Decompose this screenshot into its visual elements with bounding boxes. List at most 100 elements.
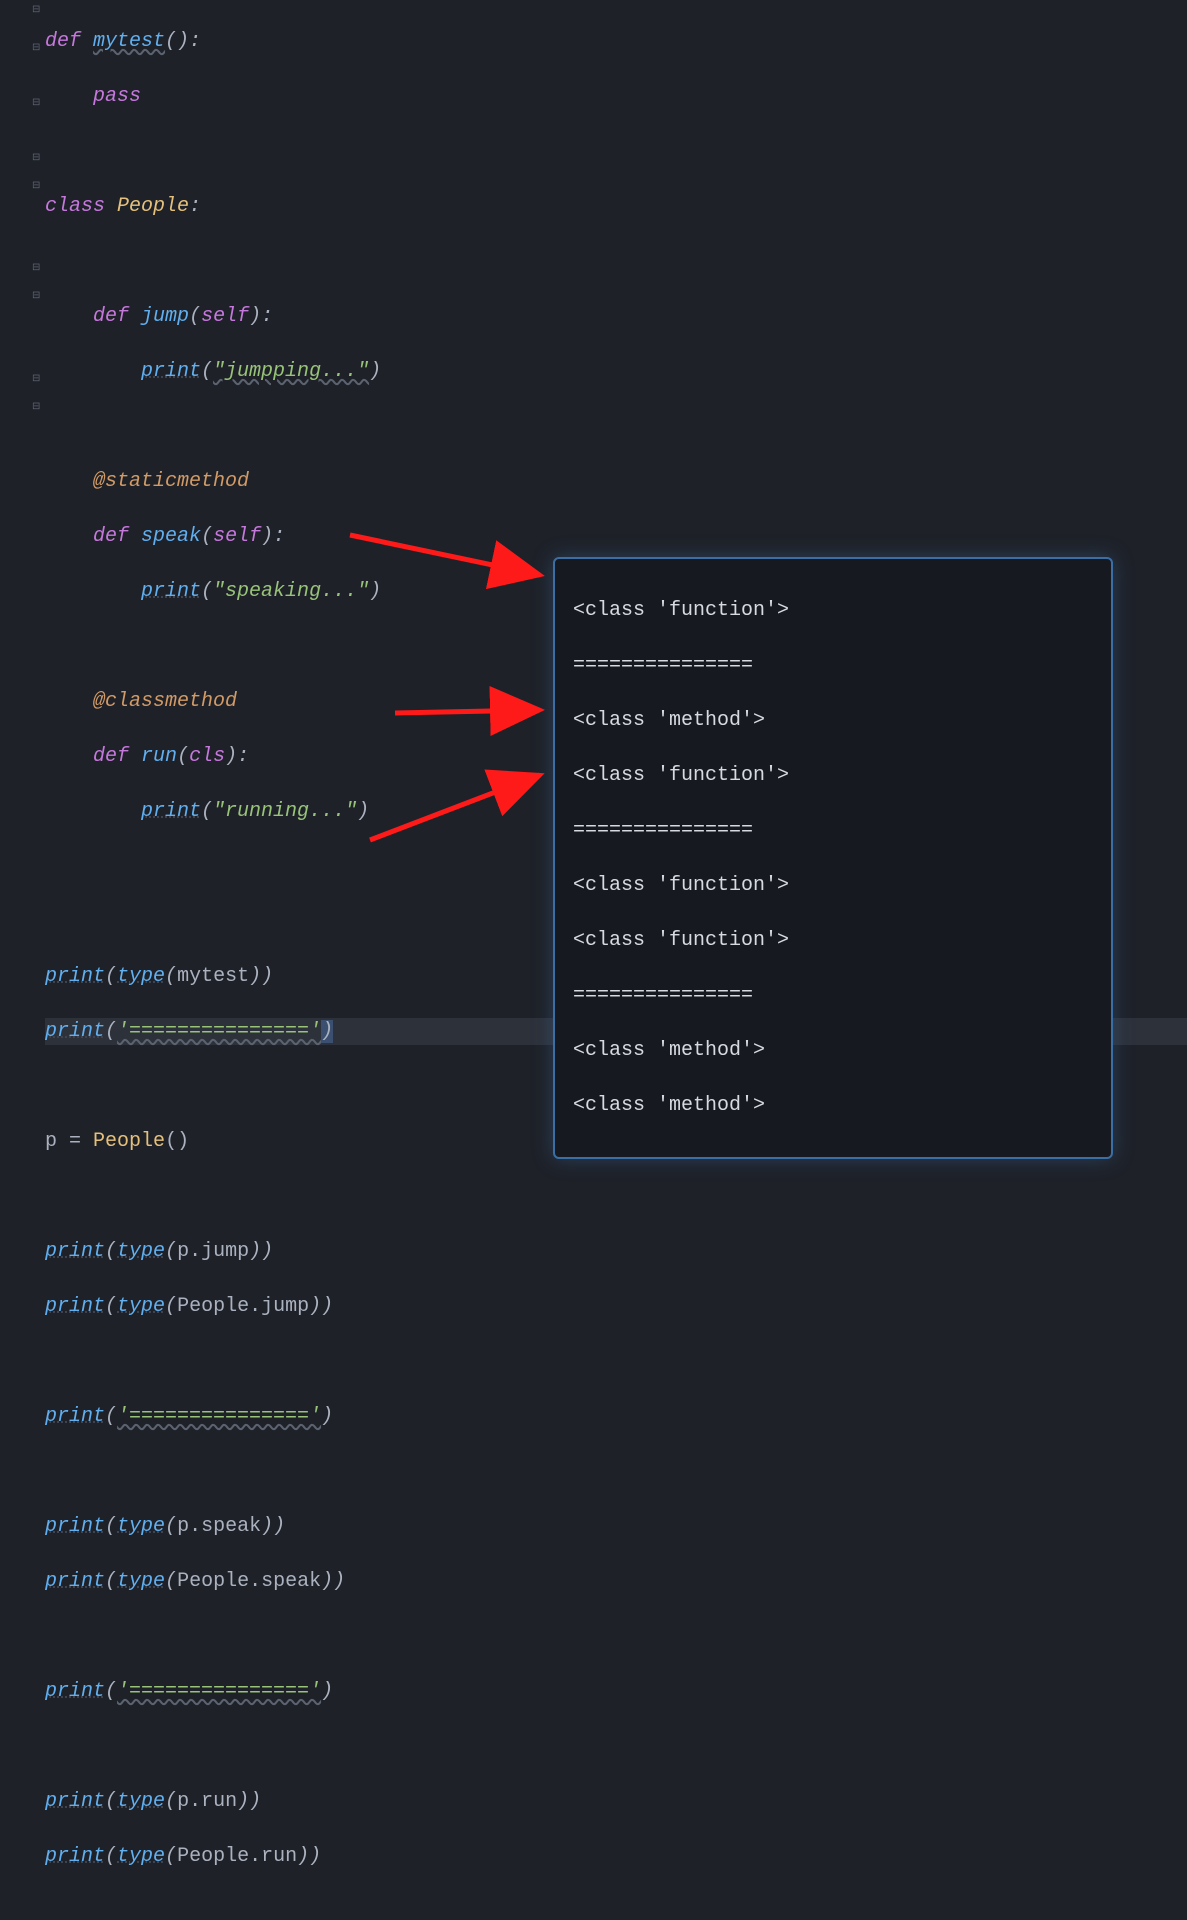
keyword-def: def	[93, 525, 129, 548]
punct: (	[165, 1295, 177, 1318]
fold-marker-icon[interactable]: ⊟	[32, 403, 42, 413]
output-line: ===============	[573, 817, 1093, 845]
string-literal: "speaking..."	[213, 580, 369, 603]
function-name: mytest	[93, 30, 165, 53]
output-line: <class 'function'>	[573, 762, 1093, 790]
punct: (	[105, 1680, 117, 1703]
punct: )	[321, 1680, 333, 1703]
fold-marker-icon[interactable]: ⊟	[32, 44, 42, 54]
punct: ():	[165, 30, 201, 53]
builtin-print: print	[45, 1680, 105, 1703]
output-line: <class 'function'>	[573, 872, 1093, 900]
punct: ))	[249, 965, 273, 988]
var: p	[45, 1130, 69, 1153]
builtin-type: type	[117, 1295, 165, 1318]
punct: ):	[225, 745, 249, 768]
punct: ))	[261, 1515, 285, 1538]
arg: p.speak	[177, 1515, 261, 1538]
param-self: self	[213, 525, 261, 548]
builtin-type: type	[117, 1515, 165, 1538]
builtin-print: print	[45, 1405, 105, 1428]
builtin-type: type	[117, 1570, 165, 1593]
punct: ))	[309, 1295, 333, 1318]
punct: ))	[249, 1240, 273, 1263]
builtin-print: print	[45, 1515, 105, 1538]
punct: (	[105, 1515, 117, 1538]
output-panel: <class 'function'> =============== <clas…	[553, 557, 1113, 1159]
method-name: speak	[141, 525, 201, 548]
builtin-print: print	[141, 580, 201, 603]
punct: (	[105, 1295, 117, 1318]
builtin-print: print	[45, 1240, 105, 1263]
punct: ))	[321, 1570, 345, 1593]
output-line: <class 'function'>	[573, 927, 1093, 955]
punct: (	[201, 580, 213, 603]
punct: )	[357, 800, 369, 823]
method-name: run	[141, 745, 177, 768]
punct: (	[165, 1845, 177, 1868]
builtin-print: print	[45, 1295, 105, 1318]
punct: (	[189, 305, 201, 328]
fold-marker-icon[interactable]: ⊟	[32, 375, 42, 385]
gutter: ⊟ ⊟ ⊟ ⊟ ⊟ ⊟ ⊟ ⊟ ⊟	[0, 0, 45, 960]
space	[81, 1130, 93, 1153]
fold-marker-icon[interactable]: ⊟	[32, 154, 42, 164]
method-name: jump	[141, 305, 189, 328]
string-literal: '==============='	[117, 1405, 321, 1428]
punct: :	[189, 195, 201, 218]
builtin-print: print	[45, 1845, 105, 1868]
output-line: ===============	[573, 652, 1093, 680]
output-line: <class 'method'>	[573, 1092, 1093, 1120]
param-self: self	[201, 305, 249, 328]
punct: (	[105, 1790, 117, 1813]
punct: (	[105, 965, 117, 988]
punct: (	[165, 1570, 177, 1593]
builtin-type: type	[117, 965, 165, 988]
fold-marker-icon[interactable]: ⊟	[32, 6, 42, 16]
op-assign: =	[69, 1130, 81, 1153]
punct: (	[105, 1405, 117, 1428]
fold-marker-icon[interactable]: ⊟	[32, 292, 42, 302]
punct: (	[177, 745, 189, 768]
punct: (	[201, 800, 213, 823]
punct: ):	[261, 525, 285, 548]
builtin-print: print	[141, 800, 201, 823]
decorator: @classmethod	[93, 690, 237, 713]
punct: (	[165, 1790, 177, 1813]
punct: (	[105, 1570, 117, 1593]
output-line: <class 'method'>	[573, 707, 1093, 735]
output-line: <class 'function'>	[573, 597, 1093, 625]
keyword-class: class	[45, 195, 105, 218]
arg: p.run	[177, 1790, 237, 1813]
class-name: People	[117, 195, 189, 218]
punct: ))	[237, 1790, 261, 1813]
arg: People.jump	[177, 1295, 309, 1318]
punct: (	[201, 525, 213, 548]
punct: (	[201, 360, 213, 383]
fold-marker-icon[interactable]: ⊟	[32, 182, 42, 192]
builtin-type: type	[117, 1790, 165, 1813]
arg: People.run	[177, 1845, 297, 1868]
keyword-def: def	[45, 30, 81, 53]
keyword-def: def	[93, 305, 129, 328]
punct: (	[105, 1020, 117, 1043]
builtin-type: type	[117, 1845, 165, 1868]
punct: (	[165, 1515, 177, 1538]
class-ref: People	[93, 1130, 165, 1153]
string-literal: '==============='	[117, 1020, 321, 1043]
string-literal: "running..."	[213, 800, 357, 823]
fold-marker-icon[interactable]: ⊟	[32, 264, 42, 274]
matched-bracket: )	[321, 1020, 333, 1043]
punct: (	[105, 1240, 117, 1263]
punct: (	[165, 1240, 177, 1263]
builtin-print: print	[45, 1790, 105, 1813]
output-line: ===============	[573, 982, 1093, 1010]
param-cls: cls	[189, 745, 225, 768]
punct: )	[369, 360, 381, 383]
fold-marker-icon[interactable]: ⊟	[32, 99, 42, 109]
builtin-print: print	[45, 965, 105, 988]
output-line: <class 'method'>	[573, 1037, 1093, 1065]
keyword-pass: pass	[93, 85, 141, 108]
builtin-print: print	[45, 1570, 105, 1593]
arg: p.jump	[177, 1240, 249, 1263]
